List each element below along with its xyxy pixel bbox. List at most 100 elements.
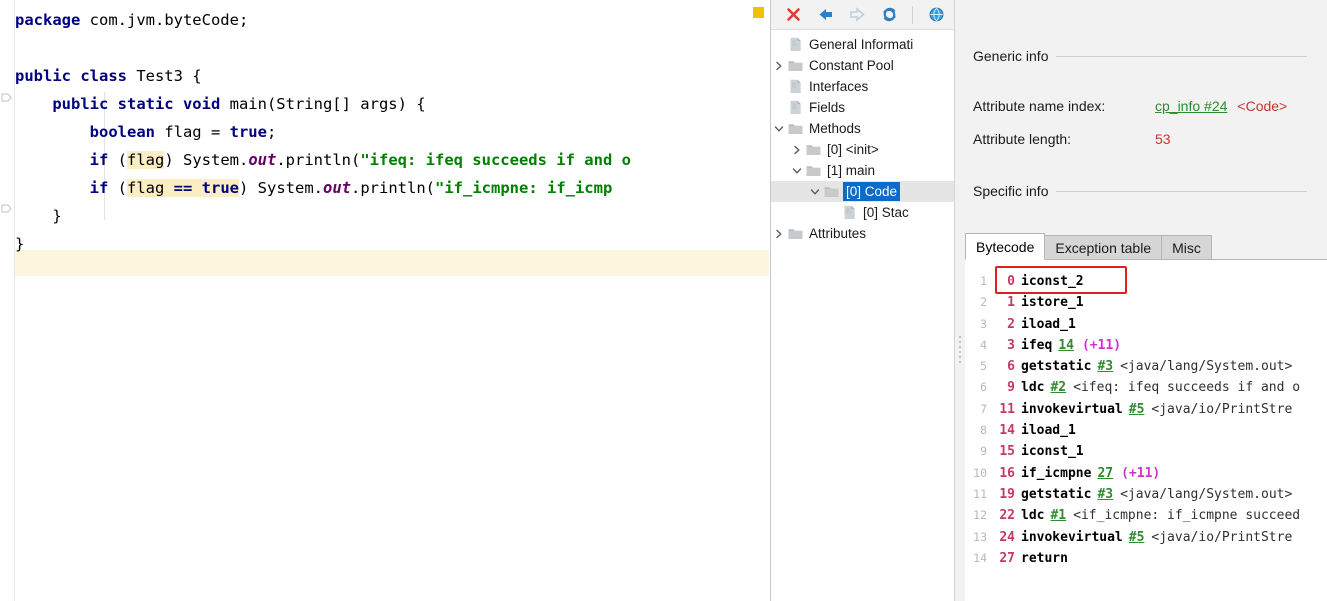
- cp-info-link[interactable]: cp_info #24: [1155, 98, 1227, 114]
- tree-item-methods[interactable]: Methods: [771, 118, 954, 139]
- code-token: if: [89, 151, 109, 169]
- close-icon[interactable]: [781, 4, 805, 26]
- reload-icon[interactable]: [877, 4, 901, 26]
- bytecode-panel[interactable]: 1 0 iconst_2 2 1 istore_1 3 2 iload_1 4 3 ifeq 14 (+1…: [965, 260, 1327, 601]
- code-token: }: [15, 235, 25, 253]
- code-line: }: [15, 202, 770, 230]
- class-structure-pane: General Informati Constant Pool Interfaces…: [771, 0, 955, 601]
- bytecode-operand-description: <java/lang/System.out>: [1120, 486, 1293, 502]
- bytecode-row[interactable]: 9 15 iconst_1: [965, 441, 1327, 462]
- bytecode-row[interactable]: 3 2 iload_1: [965, 314, 1327, 335]
- chevron-right-icon[interactable]: [771, 55, 787, 76]
- attribute-name-index-desc: <Code>: [1237, 98, 1288, 114]
- bytecode-row[interactable]: 14 27 return: [965, 548, 1327, 569]
- code-token: .println(: [351, 179, 435, 197]
- bytecode-row[interactable]: 1 0 iconst_2: [965, 271, 1327, 292]
- tab-misc[interactable]: Misc: [1161, 235, 1212, 260]
- code-token: flag: [127, 151, 165, 169]
- bytecode-offset: 14: [999, 423, 1015, 439]
- code-editor-pane[interactable]: package com.jvm.byteCode; public class T…: [0, 0, 771, 601]
- attribute-name-index-label: Attribute name index:: [973, 98, 1106, 114]
- bytecode-mnemonic: istore_1: [1021, 295, 1084, 311]
- bytecode-row[interactable]: 11 19 getstatic #3 <java/lang/System.out>: [965, 484, 1327, 505]
- tab-label: Bytecode: [976, 238, 1035, 255]
- tree-item-attributes[interactable]: Attributes: [771, 223, 954, 244]
- tab-exception-table[interactable]: Exception table: [1044, 235, 1163, 260]
- bytecode-offset: 0: [1007, 274, 1015, 289]
- warning-marker-icon[interactable]: [753, 7, 764, 18]
- tree-item-0-stac[interactable]: [0] Stac: [771, 202, 954, 223]
- code-token: .println(: [276, 151, 361, 169]
- chevron-right-icon[interactable]: [789, 139, 805, 160]
- constant-pool-ref-link[interactable]: #3: [1097, 356, 1113, 377]
- bytecode-row[interactable]: 5 6 getstatic #3 <java/lang/System.out>: [965, 356, 1327, 377]
- code-token: flag: [127, 179, 174, 197]
- browse-globe-icon[interactable]: [924, 4, 948, 26]
- bytecode-line-number: 13: [973, 529, 987, 544]
- chevron-down-icon[interactable]: [771, 118, 787, 139]
- bytecode-line-number: 14: [973, 550, 987, 565]
- code-fold-marker[interactable]: [1, 92, 12, 103]
- tree-item-label: [1] main: [827, 163, 876, 178]
- constant-pool-ref-link[interactable]: #3: [1097, 484, 1113, 505]
- bytecode-row[interactable]: 10 16 if_icmpne 27 (+11): [965, 463, 1327, 484]
- bytecode-offset: 9: [1007, 380, 1015, 396]
- bytecode-offset: 16: [999, 465, 1015, 481]
- code-fold-marker[interactable]: [1, 203, 12, 214]
- tab-bytecode[interactable]: Bytecode: [965, 233, 1046, 260]
- tree-item-general-informati[interactable]: General Informati: [771, 34, 954, 55]
- code-line: if (flag == true) System.out.println("if…: [15, 174, 770, 202]
- code-text[interactable]: package com.jvm.byteCode; public class T…: [15, 0, 770, 258]
- code-token: flag =: [154, 123, 230, 141]
- bytecode-row[interactable]: 7 11 invokevirtual #5 <java/io/PrintStre: [965, 399, 1327, 420]
- pane-splitter[interactable]: [955, 0, 965, 601]
- class-tree[interactable]: General Informati Constant Pool Interfaces…: [771, 30, 954, 601]
- bytecode-list[interactable]: 1 0 iconst_2 2 1 istore_1 3 2 iload_1 4 3 ifeq 14 (+1…: [965, 260, 1327, 569]
- detail-tabs[interactable]: Bytecode Exception table Misc: [965, 233, 1327, 260]
- bytecode-operand-description: <java/io/PrintStre: [1151, 401, 1293, 417]
- constant-pool-ref-link[interactable]: #5: [1129, 527, 1145, 548]
- bytecode-row[interactable]: 13 24 invokevirtual #5 <java/io/PrintStre: [965, 527, 1327, 548]
- code-token: ==: [173, 179, 202, 197]
- file-icon: [787, 34, 804, 55]
- tree-item-fields[interactable]: Fields: [771, 97, 954, 118]
- tree-item-label: Interfaces: [809, 79, 869, 94]
- bytecode-row[interactable]: 12 22 ldc #1 <if_icmpne: if_icmpne succeed: [965, 505, 1327, 526]
- code-token: true: [201, 179, 239, 197]
- bytecode-line-number: 2: [980, 295, 987, 310]
- code-token: "ifeq: ifeq succeeds if and o: [360, 151, 631, 169]
- bytecode-mnemonic: ldc: [1021, 380, 1045, 396]
- bytecode-row[interactable]: 6 9 ldc #2 <ifeq: ifeq succeeds if and o: [965, 377, 1327, 398]
- tree-item-interfaces[interactable]: Interfaces: [771, 76, 954, 97]
- attribute-length-label: Attribute length:: [973, 131, 1072, 147]
- bytecode-mnemonic: ldc: [1021, 508, 1045, 524]
- bytecode-operand-description: <java/lang/System.out>: [1120, 359, 1293, 375]
- constant-pool-ref-link[interactable]: #5: [1129, 399, 1145, 420]
- folder-icon: [805, 139, 822, 160]
- chevron-down-icon[interactable]: [807, 181, 823, 202]
- chevron-down-icon[interactable]: [789, 160, 805, 181]
- branch-offset-delta: (+11): [1121, 465, 1161, 481]
- editor-gutter[interactable]: [0, 0, 15, 601]
- tree-item-0-init[interactable]: [0] <init>: [771, 139, 954, 160]
- bytecode-row[interactable]: 4 3 ifeq 14 (+11): [965, 335, 1327, 356]
- tree-item-constant-pool[interactable]: Constant Pool: [771, 55, 954, 76]
- code-token: out: [323, 179, 351, 197]
- branch-target-link[interactable]: 27: [1097, 463, 1113, 484]
- constant-pool-ref-link[interactable]: #1: [1050, 505, 1066, 526]
- branch-target-link[interactable]: 14: [1058, 335, 1074, 356]
- bytecode-mnemonic: getstatic: [1021, 486, 1092, 502]
- tree-item-0-code[interactable]: [0] Code: [771, 181, 954, 202]
- generic-info-title: Generic info: [973, 48, 1049, 64]
- bytecode-row[interactable]: 2 1 istore_1: [965, 292, 1327, 313]
- tree-item-1-main[interactable]: [1] main: [771, 160, 954, 181]
- bytecode-mnemonic: invokevirtual: [1021, 401, 1123, 417]
- bytecode-row[interactable]: 8 14 iload_1: [965, 420, 1327, 441]
- code-token: (: [108, 179, 127, 197]
- folder-icon: [787, 223, 804, 244]
- back-arrow-icon[interactable]: [813, 4, 837, 26]
- constant-pool-ref-link[interactable]: #2: [1050, 377, 1066, 398]
- chevron-right-icon[interactable]: [771, 223, 787, 244]
- bytecode-mnemonic: iconst_2: [1021, 274, 1084, 289]
